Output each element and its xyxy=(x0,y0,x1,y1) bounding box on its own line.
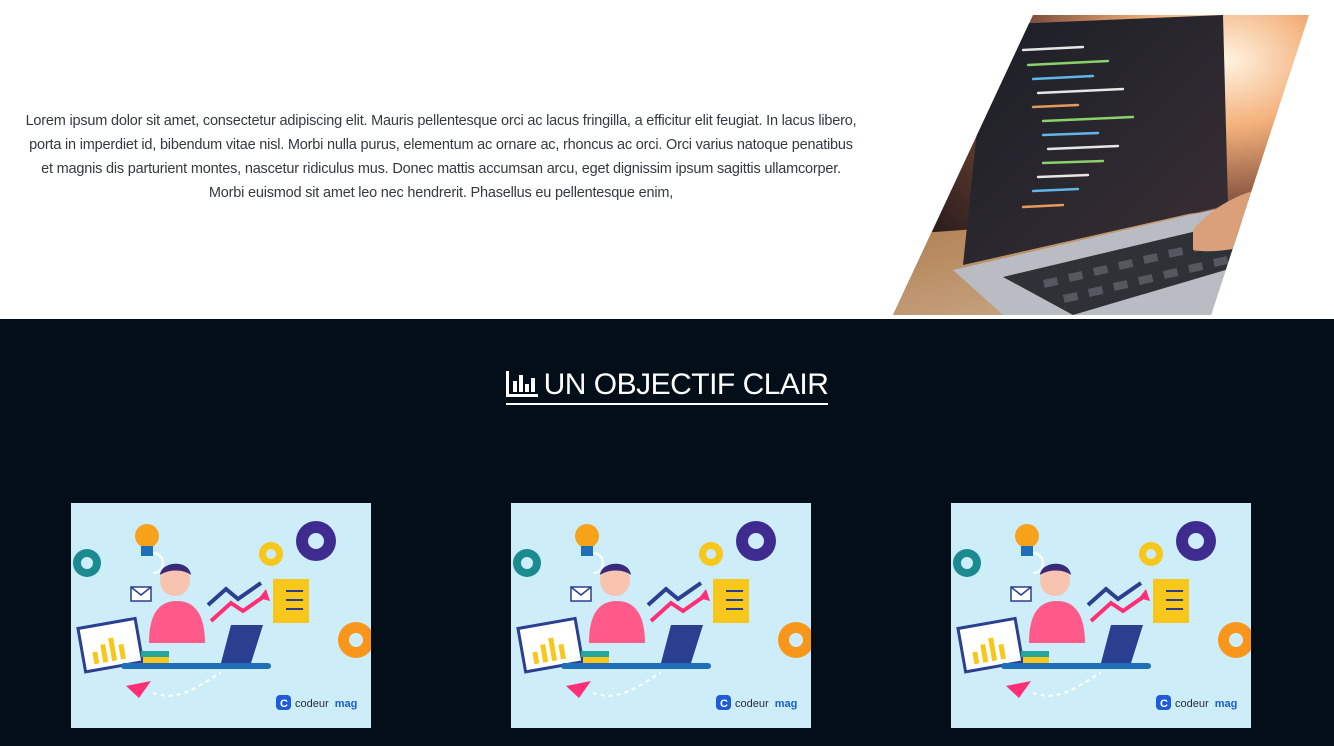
codeurmag-logo: C codeur mag xyxy=(716,695,797,710)
svg-text:codeur mag: codeur mag xyxy=(1175,698,1237,710)
brand-main-text: codeur xyxy=(295,698,329,710)
brand-main-text: codeur xyxy=(735,698,769,710)
svg-text:C: C xyxy=(1160,698,1168,710)
objective-card-2: C codeur mag xyxy=(511,503,811,728)
laptop-code-photo-icon xyxy=(893,15,1309,315)
svg-text:C: C xyxy=(280,698,288,710)
svg-text:codeur mag: codeur mag xyxy=(295,698,357,710)
yellow-gear-icon xyxy=(259,542,283,566)
purple-gear-icon xyxy=(1176,521,1216,561)
codeurmag-logo: C codeur mag xyxy=(1156,695,1237,710)
teal-gear-icon xyxy=(953,549,981,577)
developer-illustration-icon: C codeur mag xyxy=(511,503,811,728)
hero-laptop-image xyxy=(893,15,1309,315)
intro-paragraph: Lorem ipsum dolor sit amet, consectetur … xyxy=(25,113,857,201)
yellow-gear-icon xyxy=(1139,542,1163,566)
svg-text:codeur mag: codeur mag xyxy=(735,698,797,710)
bar-chart-icon xyxy=(505,371,538,397)
intro-section: Lorem ipsum dolor sit amet, consectetur … xyxy=(0,0,1334,319)
purple-gear-icon xyxy=(736,521,776,561)
section-heading-link[interactable]: UN OBJECTIF CLAIR xyxy=(505,367,829,405)
purple-gear-icon xyxy=(296,521,336,561)
svg-text:C: C xyxy=(720,698,728,710)
objective-section: UN OBJECTIF CLAIR C codeur mag C codeur … xyxy=(0,319,1334,746)
objective-card-1: C codeur mag xyxy=(71,503,371,728)
brand-accent-text: mag xyxy=(1215,698,1238,710)
brand-accent-text: mag xyxy=(335,698,358,710)
codeurmag-logo: C codeur mag xyxy=(276,695,357,710)
teal-gear-icon xyxy=(73,549,101,577)
section-heading: UN OBJECTIF CLAIR xyxy=(0,367,1334,405)
section-heading-text: UN OBJECTIF CLAIR xyxy=(543,368,829,401)
objective-card-3: C codeur mag xyxy=(951,503,1251,728)
teal-gear-icon xyxy=(513,549,541,577)
yellow-gear-icon xyxy=(699,542,723,566)
brand-accent-text: mag xyxy=(775,698,798,710)
developer-illustration-icon: C codeur mag xyxy=(951,503,1251,728)
developer-illustration-icon: C codeur mag xyxy=(71,503,371,728)
brand-main-text: codeur xyxy=(1175,698,1209,710)
